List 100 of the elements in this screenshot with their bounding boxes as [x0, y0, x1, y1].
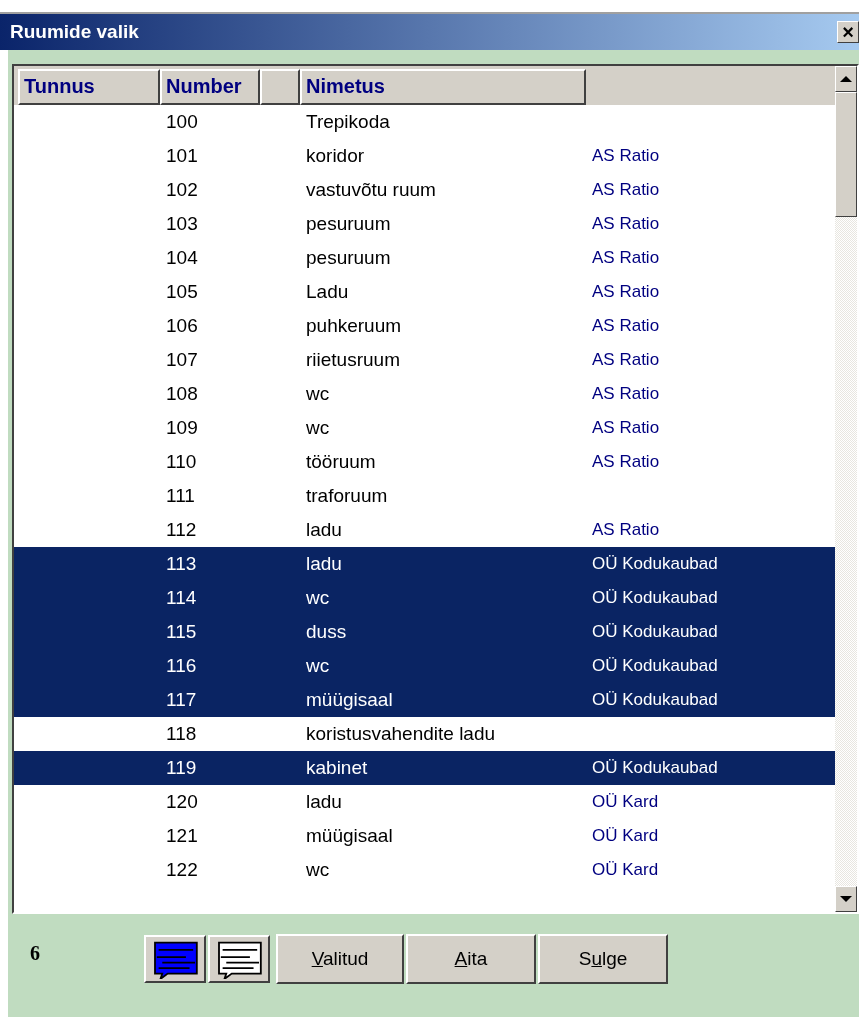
table-row[interactable]: 100 Trepikoda: [14, 105, 835, 139]
table-cell-text: AS Ratio: [591, 384, 661, 404]
table-cell-text: 116: [165, 655, 198, 677]
table-row[interactable]: 107 riietusruum AS Ratio: [14, 343, 835, 377]
column-header[interactable]: Tunnus: [18, 69, 160, 105]
table-cell-text: ladu: [305, 791, 343, 813]
table-cell-text: ladu: [305, 553, 343, 575]
table-row[interactable]: 112 ladu AS Ratio: [14, 513, 835, 547]
table-cell-text: 106: [165, 315, 199, 337]
column-header[interactable]: Number: [160, 69, 260, 105]
table-cell-text: AS Ratio: [591, 452, 661, 472]
table-cell-text: kabinet: [305, 757, 369, 779]
table-cell-text: wc: [305, 417, 331, 439]
deselect-all-button[interactable]: [208, 935, 270, 983]
table-cell-text: 101: [165, 145, 199, 167]
table-row[interactable]: 121 müügisaal OÜ Kard: [14, 819, 835, 853]
table-cell-text: OÜ Kodukaubad: [591, 690, 719, 710]
table-cell-text: vastuvõtu ruum: [305, 179, 437, 201]
table-cell-text: AS Ratio: [591, 180, 661, 200]
table-row[interactable]: 120 ladu OÜ Kard: [14, 785, 835, 819]
up-arrow-icon: [840, 75, 852, 83]
table-row[interactable]: 111 traforuum: [14, 479, 835, 513]
table-cell-text: OÜ Kodukaubad: [591, 758, 719, 778]
table-cell-text: koristusvahendite ladu: [305, 723, 497, 745]
table-cell-text: AS Ratio: [591, 316, 661, 336]
column-header[interactable]: [260, 69, 300, 105]
table-cell-text: Ladu: [305, 281, 350, 303]
close-button[interactable]: ×: [837, 21, 859, 43]
table-cell-text: 117: [165, 689, 198, 711]
table-row[interactable]: 116 wc OÜ Kodukaubad: [14, 649, 835, 683]
dialog-button[interactable]: Sulge: [538, 934, 668, 984]
table-cell-text: 107: [165, 349, 199, 371]
table-cell-text: AS Ratio: [591, 350, 661, 370]
dialog-button[interactable]: Aita: [406, 934, 536, 984]
table-row[interactable]: 115 duss OÜ Kodukaubad: [14, 615, 835, 649]
table-cell-text: wc: [305, 655, 331, 677]
table-cell-text: 102: [165, 179, 199, 201]
table-row[interactable]: 101 koridor AS Ratio: [14, 139, 835, 173]
table-cell-text: OÜ Kodukaubad: [591, 622, 719, 642]
table-cell-text: 112: [165, 519, 198, 541]
table-row[interactable]: 109 wc AS Ratio: [14, 411, 835, 445]
table-cell-text: 118: [165, 723, 198, 745]
table-cell-text: AS Ratio: [591, 214, 661, 234]
table-cell-text: OÜ Kodukaubad: [591, 656, 719, 676]
table-row[interactable]: 118 koristusvahendite ladu: [14, 717, 835, 751]
table-cell-text: 113: [165, 553, 198, 575]
table-cell-text: 120: [165, 791, 199, 813]
table-cell-text: AS Ratio: [591, 146, 661, 166]
scroll-up-button[interactable]: [835, 66, 857, 92]
scrollbar[interactable]: [835, 66, 857, 912]
dialog-button[interactable]: Valitud: [276, 934, 404, 984]
table-cell-text: müügisaal: [305, 689, 394, 711]
table-cell-text: ladu: [305, 519, 343, 541]
table-cell-text: wc: [305, 383, 331, 405]
table-cell-text: wc: [305, 859, 331, 881]
table-cell-text: traforuum: [305, 485, 389, 507]
table-cell-text: 115: [165, 621, 198, 643]
table-cell-text: OÜ Kard: [591, 860, 660, 880]
table-cell-text: pesuruum: [305, 247, 392, 269]
scrollbar-thumb[interactable]: [835, 92, 857, 217]
table-cell-text: müügisaal: [305, 825, 394, 847]
table-row[interactable]: 104 pesuruum AS Ratio: [14, 241, 835, 275]
table-row[interactable]: 105 Ladu AS Ratio: [14, 275, 835, 309]
table-row[interactable]: 103 pesuruum AS Ratio: [14, 207, 835, 241]
table-cell-text: wc: [305, 587, 331, 609]
table-row[interactable]: 110 tööruum AS Ratio: [14, 445, 835, 479]
table-cell-text: 119: [165, 757, 198, 779]
table-cell-text: OÜ Kard: [591, 826, 660, 846]
window-title: Ruumide valik: [10, 21, 139, 43]
table-row[interactable]: 122 wc OÜ Kard: [14, 853, 835, 887]
table-cell-text: duss: [305, 621, 348, 643]
table-cell-text: 100: [165, 111, 199, 133]
table-row[interactable]: 106 puhkeruum AS Ratio: [14, 309, 835, 343]
table-cell-text: Trepikoda: [305, 111, 391, 133]
table-cell-text: koridor: [305, 145, 366, 167]
table-row[interactable]: 114 wc OÜ Kodukaubad: [14, 581, 835, 615]
table-cell-text: riietusruum: [305, 349, 401, 371]
table-cell-text: OÜ Kodukaubad: [591, 588, 719, 608]
select-all-button[interactable]: [144, 935, 206, 983]
table-cell-text: 122: [165, 859, 199, 881]
table-row[interactable]: 113 ladu OÜ Kodukaubad: [14, 547, 835, 581]
table-cell-text: OÜ Kard: [591, 792, 660, 812]
table-cell-text: tööruum: [305, 451, 377, 473]
table-cell-text: 109: [165, 417, 199, 439]
column-header[interactable]: Nimetus: [300, 69, 586, 105]
table-cell-text: AS Ratio: [591, 248, 661, 268]
table-row[interactable]: 108 wc AS Ratio: [14, 377, 835, 411]
table-row[interactable]: 119 kabinet OÜ Kodukaubad: [14, 751, 835, 785]
table-cell-text: 103: [165, 213, 199, 235]
table-cell-text: 104: [165, 247, 199, 269]
table-cell-text: OÜ Kodukaubad: [591, 554, 719, 574]
scroll-down-button[interactable]: [835, 886, 857, 912]
table-cell-text: 111: [165, 485, 196, 507]
table-cell-text: pesuruum: [305, 213, 392, 235]
table-row[interactable]: 117 müügisaal OÜ Kodukaubad: [14, 683, 835, 717]
table-cell-text: 110: [165, 451, 198, 473]
table-row[interactable]: 102 vastuvõtu ruum AS Ratio: [14, 173, 835, 207]
down-arrow-icon: [840, 895, 852, 903]
table-cell-text: AS Ratio: [591, 520, 661, 540]
table-cell-text: AS Ratio: [591, 282, 661, 302]
